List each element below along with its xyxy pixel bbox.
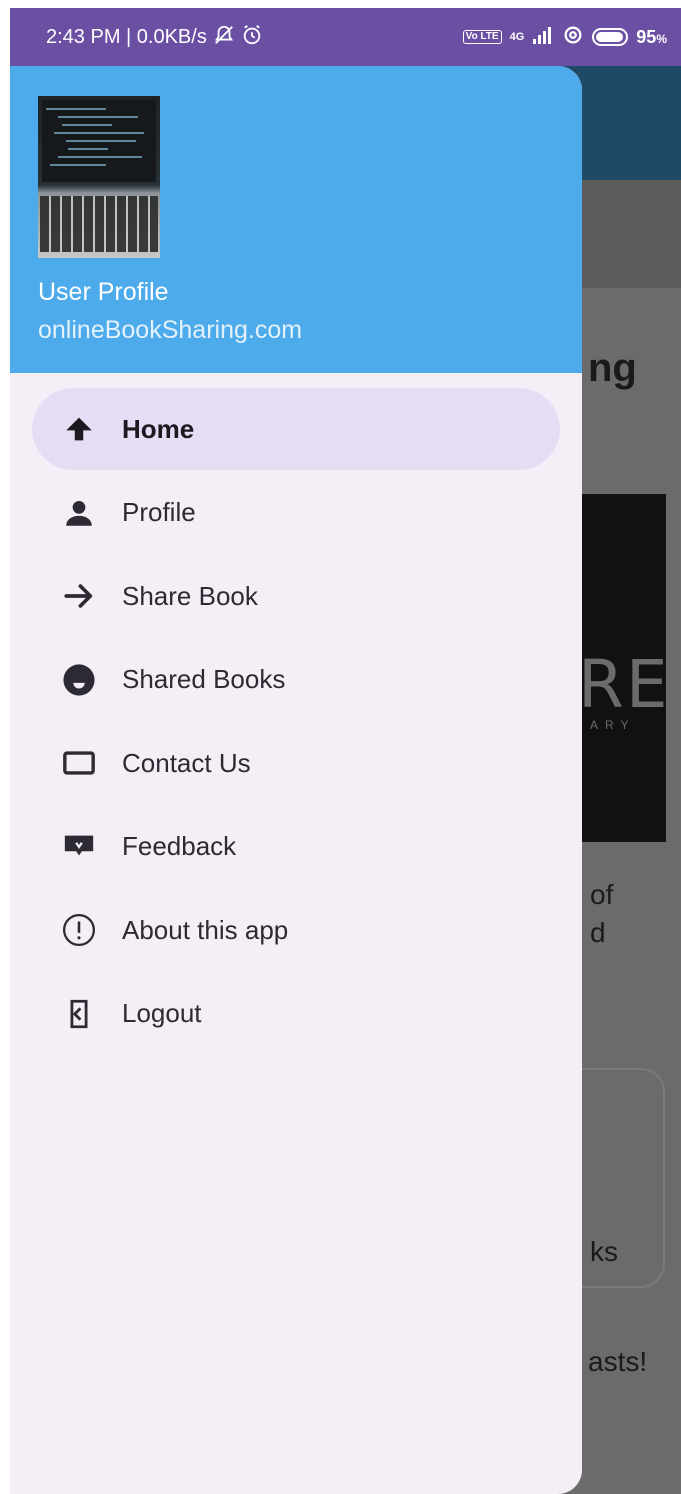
mute-notification-icon [213, 24, 235, 50]
feedback-icon [62, 830, 96, 864]
drawer-item-about[interactable]: About this app [32, 889, 560, 971]
battery-icon [592, 28, 629, 46]
avatar[interactable] [38, 96, 160, 258]
navigation-drawer: User Profile onlineBookSharing.com Home … [10, 66, 582, 1494]
logout-icon [62, 997, 96, 1031]
drawer-item-contact-us[interactable]: Contact Us [32, 722, 560, 804]
drawer-header: User Profile onlineBookSharing.com [10, 66, 582, 373]
home-arrow-icon [62, 412, 96, 446]
signal-icon [532, 25, 554, 49]
battery-level: 95% [636, 26, 667, 47]
info-circle-icon [62, 913, 96, 947]
drawer-item-share-book[interactable]: Share Book [32, 555, 560, 637]
drawer-item-logout[interactable]: Logout [32, 973, 560, 1055]
circle-smile-icon [62, 663, 96, 697]
header-user-name: User Profile [38, 278, 169, 306]
background-card-text: ks [590, 1236, 618, 1267]
drawer-item-feedback[interactable]: Feedback [32, 806, 560, 888]
background-image-subtext: ARY [590, 718, 636, 732]
status-time-speed: 2:43 PM | 0.0KB/s [46, 25, 207, 48]
person-icon [62, 496, 96, 530]
background-image-text: RE [578, 646, 670, 723]
status-right: Vo LTE 4G 95% [462, 24, 667, 50]
drawer-menu: Home Profile Share Book Shared Books Con… [32, 388, 560, 1056]
phone-screen: 2:43 PM | 0.0KB/s Vo LTE 4G 95% ng RE AR… [10, 8, 681, 1494]
alarm-icon [241, 24, 263, 50]
hotspot-icon [562, 24, 584, 50]
drawer-item-home[interactable]: Home [32, 388, 560, 470]
background-title: ng [588, 346, 637, 390]
background-tagline: asts! [588, 1346, 648, 1377]
background-text: of d [590, 879, 614, 948]
status-left: 2:43 PM | 0.0KB/s [46, 24, 263, 50]
drawer-item-shared-books[interactable]: Shared Books [32, 639, 560, 721]
network-type: 4G [509, 31, 525, 43]
arrow-right-icon [62, 579, 96, 613]
header-user-email: onlineBookSharing.com [38, 316, 303, 344]
drawer-item-profile[interactable]: Profile [32, 472, 560, 554]
status-bar: 2:43 PM | 0.0KB/s Vo LTE 4G 95% [10, 8, 681, 66]
volte-icon: Vo LTE [462, 30, 502, 44]
rectangle-icon [62, 746, 96, 780]
